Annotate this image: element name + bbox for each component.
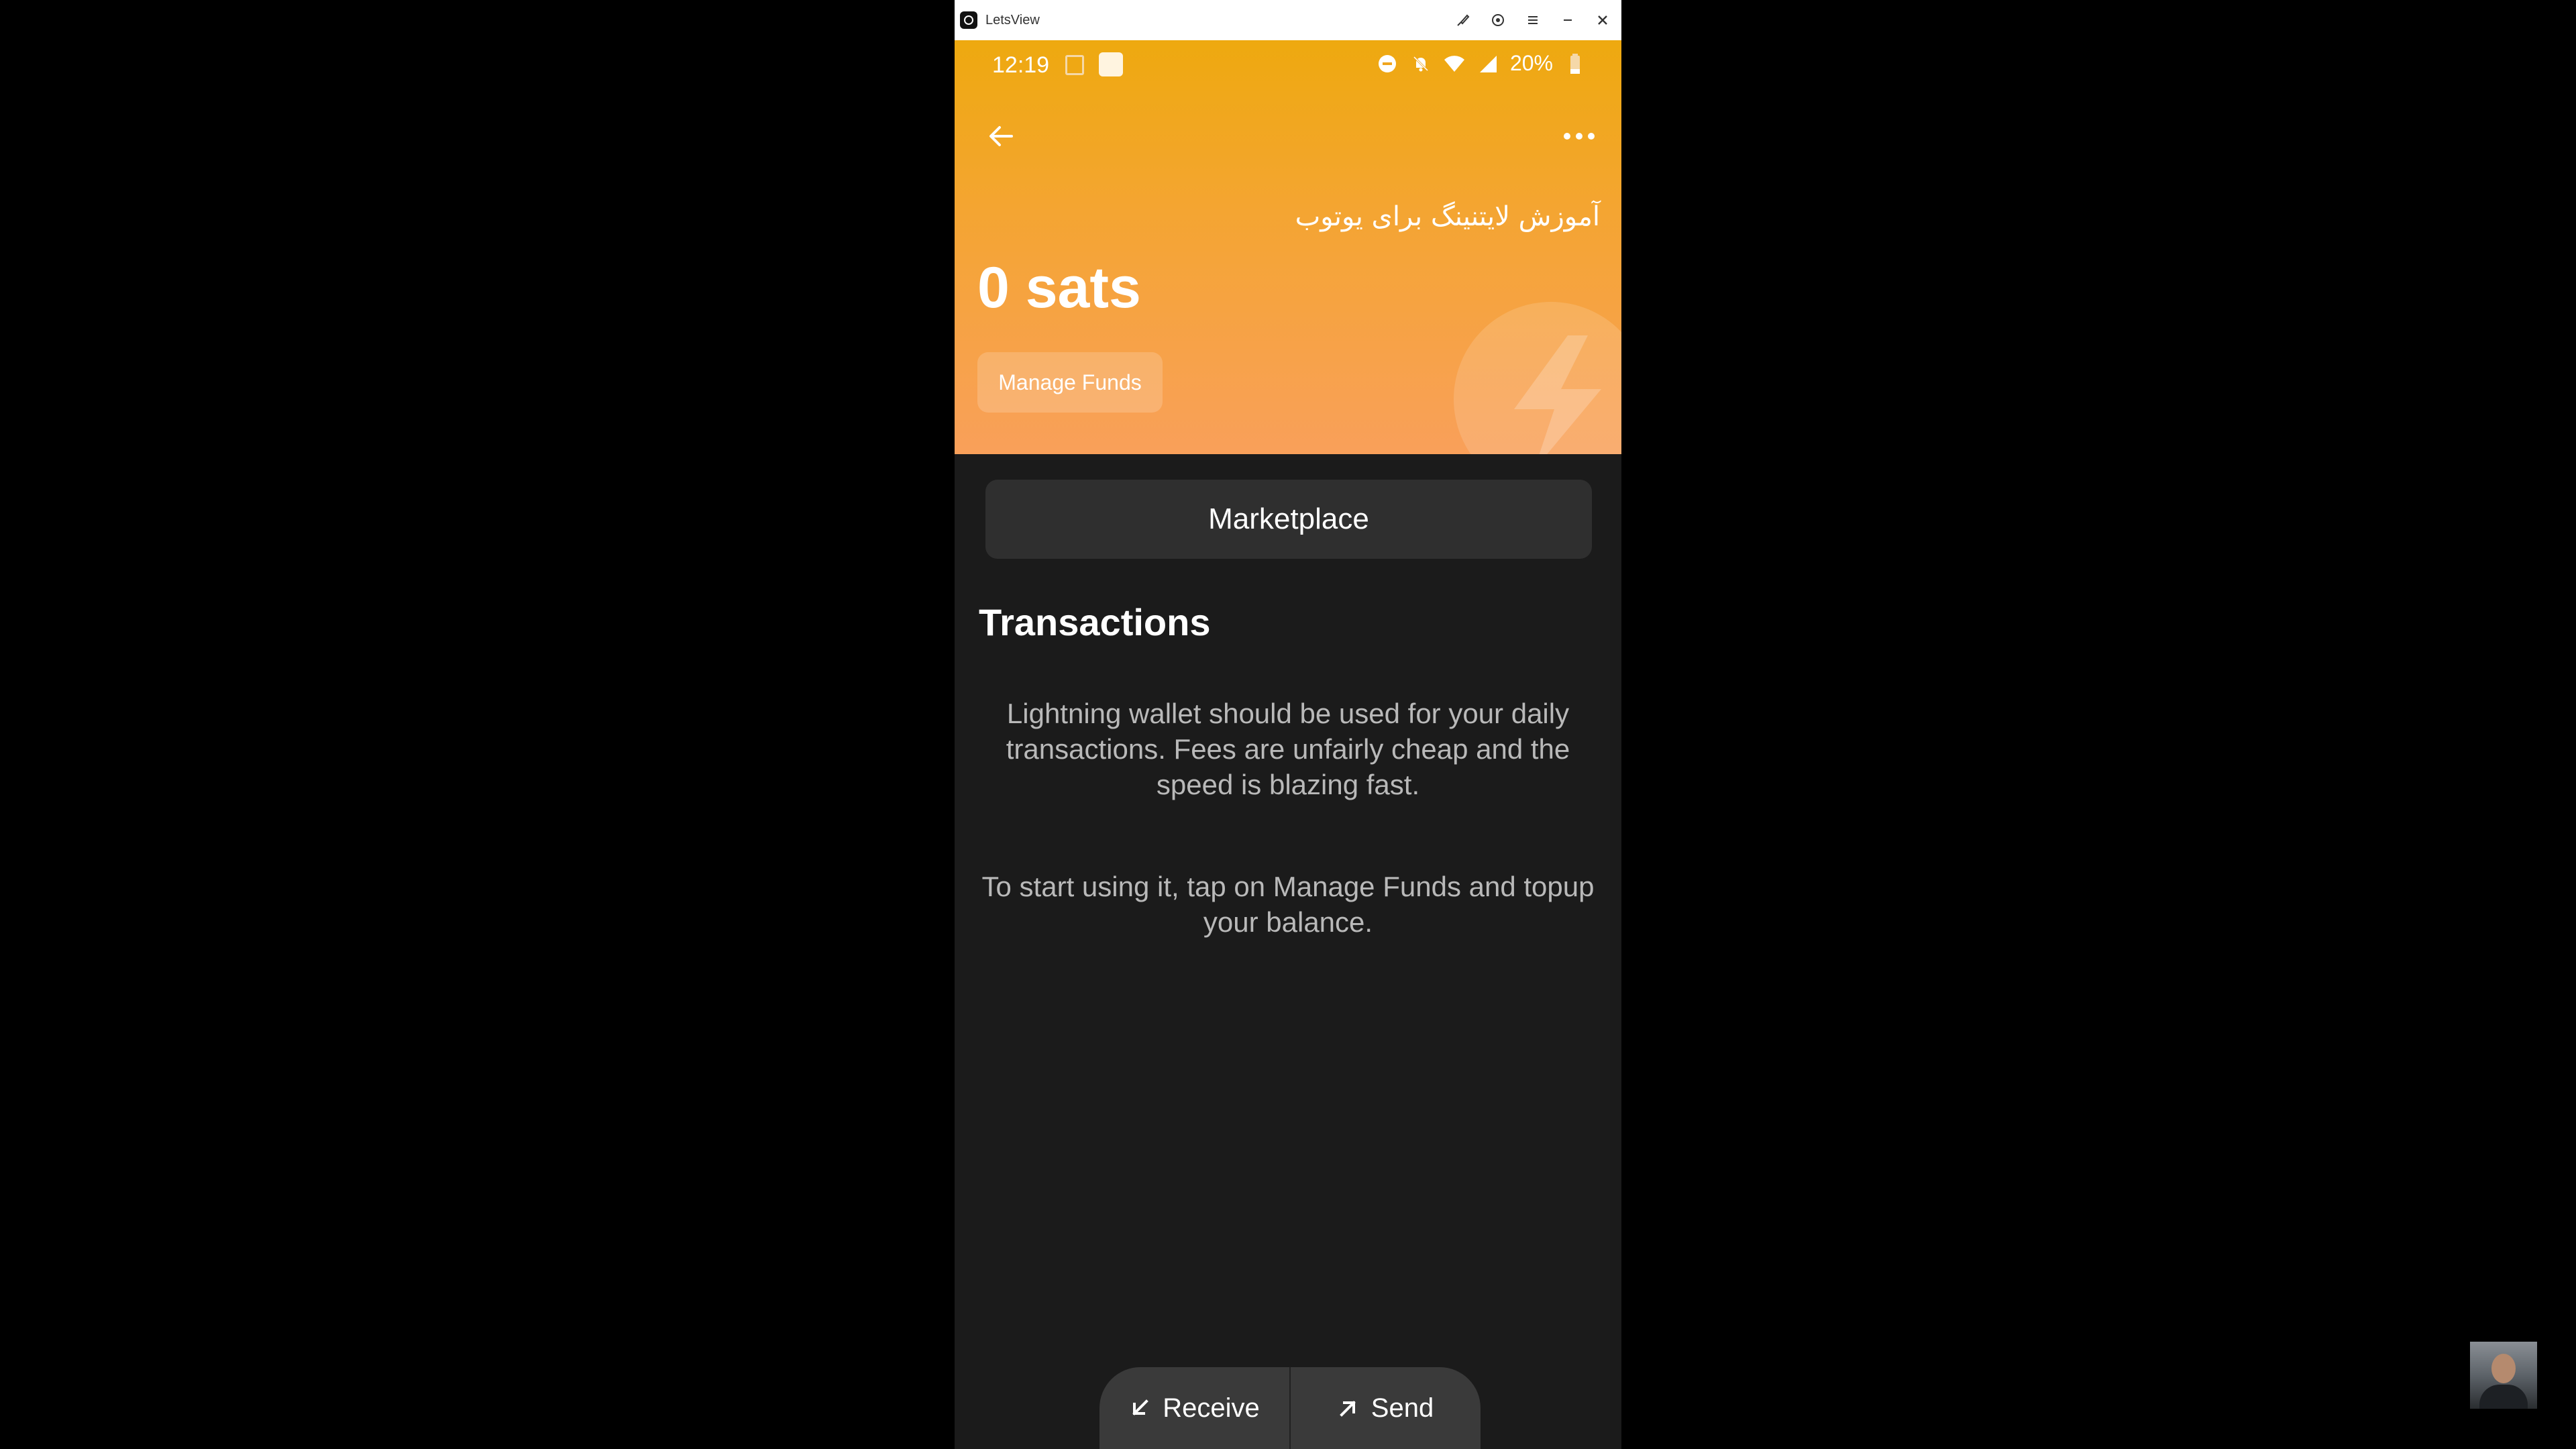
window-controls [1454, 11, 1612, 30]
wallet-body: Marketplace Transactions Lightning walle… [955, 454, 1621, 1449]
wallet-balance: 0 sats [977, 256, 1141, 320]
person-head [2491, 1354, 2516, 1383]
send-label: Send [1371, 1393, 1434, 1423]
more-horizontal-icon [1564, 133, 1595, 140]
status-right-group: 20% [1376, 51, 1587, 76]
manage-funds-button[interactable]: Manage Funds [977, 352, 1163, 413]
more-options-button[interactable] [1556, 114, 1603, 158]
window-titlebar: LetsView [955, 0, 1621, 40]
lightning-decoration [1454, 302, 1621, 454]
window-title: LetsView [985, 12, 1040, 28]
menu-icon[interactable] [1523, 11, 1542, 30]
letsview-window: LetsView 12:19 20% آموزش لایتنینگ برای ی… [955, 0, 1621, 1449]
battery-percent: 20% [1509, 51, 1553, 75]
bell-off-icon [1409, 52, 1432, 75]
close-icon[interactable] [1593, 11, 1612, 30]
settings-icon[interactable] [1489, 11, 1507, 30]
person-body [2479, 1385, 2528, 1409]
arrow-down-left-icon [1132, 1399, 1149, 1415]
transactions-title: Transactions [979, 601, 1211, 643]
wallet-name: آموزش لایتنینگ برای یوتوب [1295, 201, 1600, 232]
send-button[interactable]: Send [1291, 1367, 1481, 1449]
wallet-header: 12:19 20% آموزش لایتنینگ برای یوتوب 0 sa… [955, 40, 1621, 454]
battery-icon [1564, 52, 1587, 75]
desktop: LetsView 12:19 20% آموزش لایتنینگ برای ی… [0, 0, 2576, 1449]
webcam-thumbnail [2470, 1342, 2537, 1409]
gallery-notification-icon [1065, 55, 1084, 75]
back-button[interactable] [979, 114, 1023, 158]
lightning-bolt-icon [1514, 335, 1601, 454]
receive-button[interactable]: Receive [1099, 1367, 1289, 1449]
marketplace-button[interactable]: Marketplace [985, 480, 1592, 559]
empty-state-text: Lightning wallet should be used for your… [1006, 698, 1570, 800]
empty-state-hint: To start using it, tap on Manage Funds a… [981, 871, 1595, 938]
app-notification-icon [1099, 52, 1123, 76]
signal-icon [1477, 52, 1499, 75]
arrow-left-icon [989, 126, 1013, 146]
action-bar: Receive Send [1099, 1367, 1481, 1449]
letsview-logo-icon [960, 11, 977, 29]
receive-label: Receive [1163, 1393, 1260, 1423]
brush-icon[interactable] [1454, 11, 1472, 30]
minimize-icon[interactable] [1558, 11, 1577, 30]
phone-status-bar: 12:19 20% [955, 40, 1621, 93]
wifi-icon [1443, 52, 1466, 75]
do-not-disturb-icon [1376, 52, 1399, 75]
arrow-up-right-icon [1339, 1401, 1356, 1417]
status-time: 12:19 [992, 52, 1050, 78]
